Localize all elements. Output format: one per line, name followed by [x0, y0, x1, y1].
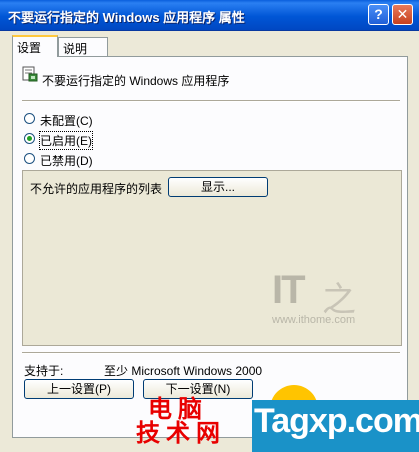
policy-setting-icon	[22, 66, 38, 82]
tab-explain[interactable]: 说明	[58, 37, 108, 56]
cn-watermark-line2: 技术网	[136, 420, 226, 447]
help-button[interactable]: ?	[368, 4, 389, 25]
cn-watermark-line1: 电脑	[148, 396, 208, 423]
close-icon: ✕	[396, 6, 409, 22]
close-button[interactable]: ✕	[392, 4, 413, 25]
tab-settings[interactable]: 设置	[12, 35, 58, 57]
radio-label: 已启用(E)	[39, 131, 93, 150]
policy-name: 不要运行指定的 Windows 应用程序	[42, 74, 230, 88]
tab-label: 设置	[17, 41, 42, 55]
tab-label: 说明	[63, 42, 88, 56]
tagxp-watermark: Tagxp.com	[254, 402, 419, 440]
disallowed-list-label: 不允许的应用程序的列表	[30, 182, 163, 196]
ithome-url: www.ithome.com	[272, 314, 356, 326]
divider	[22, 100, 400, 102]
ithome-logo: IT	[272, 268, 306, 312]
help-icon: ?	[374, 6, 383, 22]
divider	[22, 352, 400, 354]
show-button[interactable]: 显示...	[168, 177, 268, 197]
radio-label: 未配置(C)	[40, 114, 93, 128]
previous-setting-button[interactable]: 上一设置(P)	[24, 379, 134, 399]
cn-watermark: 电脑 技术网	[136, 398, 254, 446]
title-bar: 不要运行指定的 Windows 应用程序 属性 ? ✕	[0, 0, 419, 31]
radio-button[interactable]	[24, 153, 35, 164]
radio-label: 已禁用(D)	[40, 154, 93, 168]
radio-button-checked[interactable]	[24, 133, 35, 144]
supported-value: 至少 Microsoft Windows 2000	[104, 364, 263, 378]
window-title: 不要运行指定的 Windows 应用程序 属性	[8, 10, 245, 25]
radio-button[interactable]	[24, 113, 35, 124]
supported-label: 支持于:	[24, 364, 64, 378]
